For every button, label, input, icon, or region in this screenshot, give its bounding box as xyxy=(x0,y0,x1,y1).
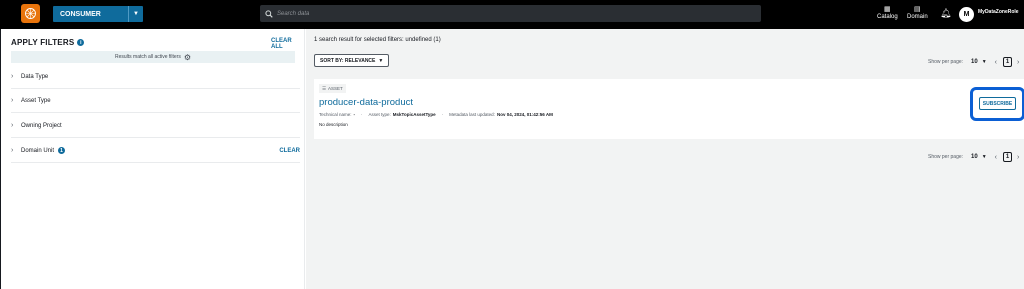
nav-domain-label: Domain xyxy=(907,14,928,20)
filter-panel: APPLY FILTERS i CLEAR ALL Results match … xyxy=(0,29,305,289)
asset-tag: ☰ ASSET xyxy=(319,84,346,93)
filter-label: Owning Project xyxy=(21,122,62,129)
clear-button[interactable]: CLEAR xyxy=(279,148,300,154)
filter-label: Asset Type xyxy=(21,97,51,104)
asset-type-value: MskTopicAssetType xyxy=(392,112,436,117)
next-page-icon[interactable]: › xyxy=(1017,154,1019,161)
caret-down-icon: ▼ xyxy=(378,57,384,64)
filter-label: Data Type xyxy=(21,73,49,80)
updated-value: Nov 04, 2024, 01:42:56 AM xyxy=(496,112,553,117)
pagination-top: Show per page: 10 ▼ ‹ 1 › xyxy=(928,57,1019,67)
match-text: Results match all active filters xyxy=(114,54,181,60)
asset-card: ☰ ASSET producer-data-product Technical … xyxy=(314,79,1024,139)
prev-page-icon[interactable]: ‹ xyxy=(995,154,997,161)
avatar[interactable]: M xyxy=(959,7,974,22)
caret-down-icon: ▼ xyxy=(981,59,987,65)
tech-name-value: - xyxy=(353,112,356,117)
info-icon[interactable]: i xyxy=(77,39,85,46)
domain-icon: ▤ xyxy=(914,6,921,13)
current-page[interactable]: 1 xyxy=(1003,57,1013,67)
separator: · xyxy=(441,112,444,117)
gear-icon[interactable]: ⚙ xyxy=(184,53,191,62)
filters-title-text: APPLY FILTERS xyxy=(11,38,75,47)
project-selector[interactable]: CONSUMER ▼ xyxy=(53,6,143,22)
caret-down-icon: ▼ xyxy=(981,154,987,160)
filter-asset-type[interactable]: › Asset Type xyxy=(11,89,300,113)
chevron-right-icon: › xyxy=(11,73,14,80)
match-all-filters-bar: Results match all active filters ⚙ xyxy=(11,51,295,63)
nav-catalog[interactable]: ▦ Catalog xyxy=(877,5,898,20)
asset-metadata: Technical name: - · Asset type: MskTopic… xyxy=(319,112,553,117)
asset-tag-text: ASSET xyxy=(328,86,343,91)
search-input[interactable]: Search data xyxy=(260,5,761,22)
pagination-bottom: Show per page: 10 ▼ ‹ 1 › xyxy=(928,152,1019,162)
asset-title-link[interactable]: producer-data-product xyxy=(319,97,413,108)
filter-count-badge: 1 xyxy=(58,147,66,154)
bell-icon[interactable]: 🔔︎ xyxy=(940,8,951,19)
clear-all-button[interactable]: CLEAR ALL xyxy=(271,38,304,50)
filters-title: APPLY FILTERS i xyxy=(11,38,85,47)
separator: · xyxy=(361,112,363,117)
asset-tag-icon: ☰ xyxy=(322,85,327,91)
search-icon xyxy=(265,9,273,18)
per-page-label: Show per page: xyxy=(928,154,964,160)
highlight-box xyxy=(970,87,1024,121)
app-logo-icon[interactable] xyxy=(21,4,40,23)
nav-domain[interactable]: ▤ Domain xyxy=(907,5,928,20)
per-page-value: 10 xyxy=(971,59,978,65)
per-page-select[interactable]: 10 ▼ xyxy=(971,59,987,65)
tech-name-label: Technical name: xyxy=(319,112,352,117)
sort-dropdown[interactable]: SORT BY: RELEVANCE ▼ xyxy=(314,54,390,67)
search-placeholder: Search data xyxy=(277,10,310,17)
filter-data-type[interactable]: › Data Type xyxy=(11,65,300,89)
chevron-down-icon[interactable]: ▼ xyxy=(128,6,143,22)
filter-label: Domain Unit xyxy=(21,147,55,154)
result-summary: 1 search result for selected filters: un… xyxy=(314,37,441,43)
per-page-value: 10 xyxy=(971,154,978,160)
chevron-right-icon: › xyxy=(11,147,14,154)
updated-label: Metadata last updated: xyxy=(449,112,495,117)
project-name: CONSUMER xyxy=(60,10,101,18)
top-bar: CONSUMER ▼ Search data ▦ Catalog ▤ Domai… xyxy=(0,0,1024,29)
filter-domain-unit[interactable]: › Domain Unit 1 CLEAR xyxy=(11,139,300,163)
asset-type-label: Asset type: xyxy=(368,112,391,117)
filter-owning-project[interactable]: › Owning Project xyxy=(11,114,300,138)
results-panel: 1 search result for selected filters: un… xyxy=(306,29,1024,289)
chevron-right-icon: › xyxy=(11,122,14,129)
next-page-icon[interactable]: › xyxy=(1017,59,1019,66)
nav-catalog-label: Catalog xyxy=(877,14,898,20)
sort-label: SORT BY: RELEVANCE xyxy=(320,57,376,64)
per-page-label: Show per page: xyxy=(928,59,964,65)
asset-description: No description xyxy=(319,122,348,127)
role-name[interactable]: MyDataZoneRole xyxy=(978,9,1019,15)
catalog-icon: ▦ xyxy=(884,6,891,13)
prev-page-icon[interactable]: ‹ xyxy=(995,59,997,66)
per-page-select[interactable]: 10 ▼ xyxy=(971,154,987,160)
current-page[interactable]: 1 xyxy=(1003,152,1013,162)
chevron-right-icon: › xyxy=(11,97,14,104)
